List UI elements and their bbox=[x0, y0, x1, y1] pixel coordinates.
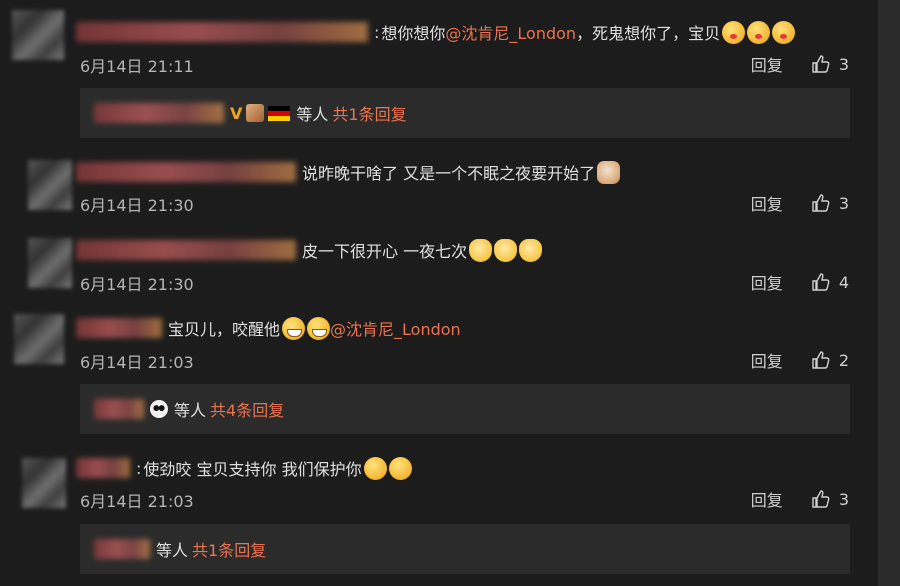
grin-face-icon bbox=[282, 316, 306, 340]
username[interactable] bbox=[76, 318, 162, 338]
timestamp: 6月14日 21:03 bbox=[80, 353, 194, 372]
sub-reply-username[interactable] bbox=[94, 399, 144, 419]
germany-flag-icon bbox=[268, 105, 291, 121]
comment-actions: 回复 3 bbox=[751, 487, 849, 511]
comment-item: : 想你想你 @沈肯尼_London ，死鬼想你了，宝贝 6月14日 21:11… bbox=[0, 0, 875, 150]
username[interactable] bbox=[76, 458, 130, 478]
mention-link[interactable]: @沈肯尼_London bbox=[330, 316, 461, 340]
comment-actions: 回复 4 bbox=[751, 270, 849, 294]
comment-actions: 回复 3 bbox=[751, 52, 849, 76]
sub-reply-count-link[interactable]: 共1条回复 bbox=[192, 537, 266, 561]
like-button[interactable]: 3 bbox=[811, 489, 849, 509]
comment-actions: 回复 2 bbox=[751, 348, 849, 372]
comment-body: 使劲咬 宝贝支持你 我们保护你 bbox=[143, 460, 362, 479]
cat-face-icon bbox=[519, 238, 543, 262]
reply-button[interactable]: 回复 bbox=[751, 270, 783, 294]
timestamp: 6月14日 21:03 bbox=[80, 492, 194, 511]
sub-reply-suffix: 等人 bbox=[156, 541, 189, 560]
cat-face-icon bbox=[494, 238, 518, 262]
avatar[interactable] bbox=[28, 160, 72, 210]
scrollbar[interactable] bbox=[878, 0, 900, 586]
panda-icon bbox=[150, 400, 168, 418]
reply-button[interactable]: 回复 bbox=[751, 191, 783, 215]
kiss-face-icon bbox=[772, 20, 796, 44]
comment-body: 想你想你 bbox=[381, 24, 446, 43]
like-count: 3 bbox=[838, 489, 849, 509]
thumbs-up-icon bbox=[812, 273, 830, 291]
colon: : bbox=[136, 458, 142, 478]
sub-reply-username[interactable] bbox=[94, 103, 224, 123]
sub-reply-box[interactable]: V 等人 共1条回复 bbox=[80, 88, 850, 138]
kiss-face-icon bbox=[747, 20, 771, 44]
comment-text: 说昨晚干啥了 又是一个不眠之夜要开始了 bbox=[76, 160, 621, 184]
reply-button[interactable]: 回复 bbox=[751, 487, 783, 511]
comment-text: : 想你想你 @沈肯尼_London ，死鬼想你了，宝贝 bbox=[76, 20, 796, 44]
username[interactable] bbox=[76, 162, 296, 182]
mention-link[interactable]: @沈肯尼_London bbox=[445, 20, 576, 44]
comment-actions: 回复 3 bbox=[751, 191, 849, 215]
avatar[interactable] bbox=[28, 238, 72, 288]
sub-reply-count-link[interactable]: 共1条回复 bbox=[332, 101, 406, 125]
like-button[interactable]: 3 bbox=[811, 54, 849, 74]
like-button[interactable]: 4 bbox=[811, 272, 849, 292]
dog-face-icon bbox=[597, 160, 621, 184]
thumbs-up-icon bbox=[812, 490, 830, 508]
avatar[interactable] bbox=[12, 10, 64, 60]
kiss-face-icon bbox=[722, 20, 746, 44]
username[interactable] bbox=[76, 22, 368, 42]
comment-item: 宝贝儿，咬醒他 @沈肯尼_London 6月14日 21:03 回复 2 等人 … bbox=[0, 310, 875, 450]
like-button[interactable]: 2 bbox=[811, 350, 849, 370]
avatar[interactable] bbox=[14, 314, 64, 364]
comment-item: 说昨晚干啥了 又是一个不眠之夜要开始了 6月14日 21:30 回复 3 bbox=[0, 150, 875, 230]
comment-text: : 使劲咬 宝贝支持你 我们保护你 bbox=[76, 456, 412, 480]
comment-item: 皮一下很开心 一夜七次 6月14日 21:30 回复 4 bbox=[0, 230, 875, 310]
like-count: 4 bbox=[838, 272, 849, 292]
timestamp: 6月14日 21:30 bbox=[80, 275, 194, 294]
comment-text: 宝贝儿，咬醒他 @沈肯尼_London bbox=[76, 316, 461, 340]
drool-face-icon bbox=[363, 456, 387, 480]
like-count: 3 bbox=[838, 54, 849, 74]
username[interactable] bbox=[76, 240, 296, 260]
timestamp: 6月14日 21:30 bbox=[80, 196, 194, 215]
sub-reply-username[interactable] bbox=[94, 539, 150, 559]
thumbs-up-icon bbox=[812, 194, 830, 212]
comment-body: 皮一下很开心 一夜七次 bbox=[302, 242, 468, 261]
verified-badge-icon: V bbox=[230, 103, 243, 123]
like-count: 2 bbox=[838, 350, 849, 370]
thumbs-up-icon bbox=[812, 351, 830, 369]
reply-button[interactable]: 回复 bbox=[751, 348, 783, 372]
cat-face-icon bbox=[469, 238, 493, 262]
like-count: 3 bbox=[838, 193, 849, 213]
comment-body: 说昨晚干啥了 又是一个不眠之夜要开始了 bbox=[302, 164, 596, 183]
grin-face-icon bbox=[307, 316, 331, 340]
drool-face-icon bbox=[388, 456, 412, 480]
colon: : bbox=[374, 22, 380, 42]
sub-reply-box[interactable]: 等人 共4条回复 bbox=[80, 384, 850, 434]
timestamp: 6月14日 21:11 bbox=[80, 57, 194, 76]
thumbs-up-icon bbox=[812, 55, 830, 73]
medal-icon bbox=[246, 104, 265, 122]
sub-reply-suffix: 等人 bbox=[174, 401, 207, 420]
avatar[interactable] bbox=[22, 458, 66, 508]
comment-item: : 使劲咬 宝贝支持你 我们保护你 6月14日 21:03 回复 3 等人 共1… bbox=[0, 450, 875, 586]
sub-reply-box[interactable]: 等人 共1条回复 bbox=[80, 524, 850, 574]
sub-reply-count-link[interactable]: 共4条回复 bbox=[210, 397, 284, 421]
sub-reply-suffix: 等人 bbox=[296, 105, 329, 124]
comment-text: 皮一下很开心 一夜七次 bbox=[76, 238, 543, 262]
comment-body: ，死鬼想你了，宝贝 bbox=[576, 24, 721, 43]
comment-body: 宝贝儿，咬醒他 bbox=[168, 320, 281, 339]
reply-button[interactable]: 回复 bbox=[751, 52, 783, 76]
like-button[interactable]: 3 bbox=[811, 193, 849, 213]
